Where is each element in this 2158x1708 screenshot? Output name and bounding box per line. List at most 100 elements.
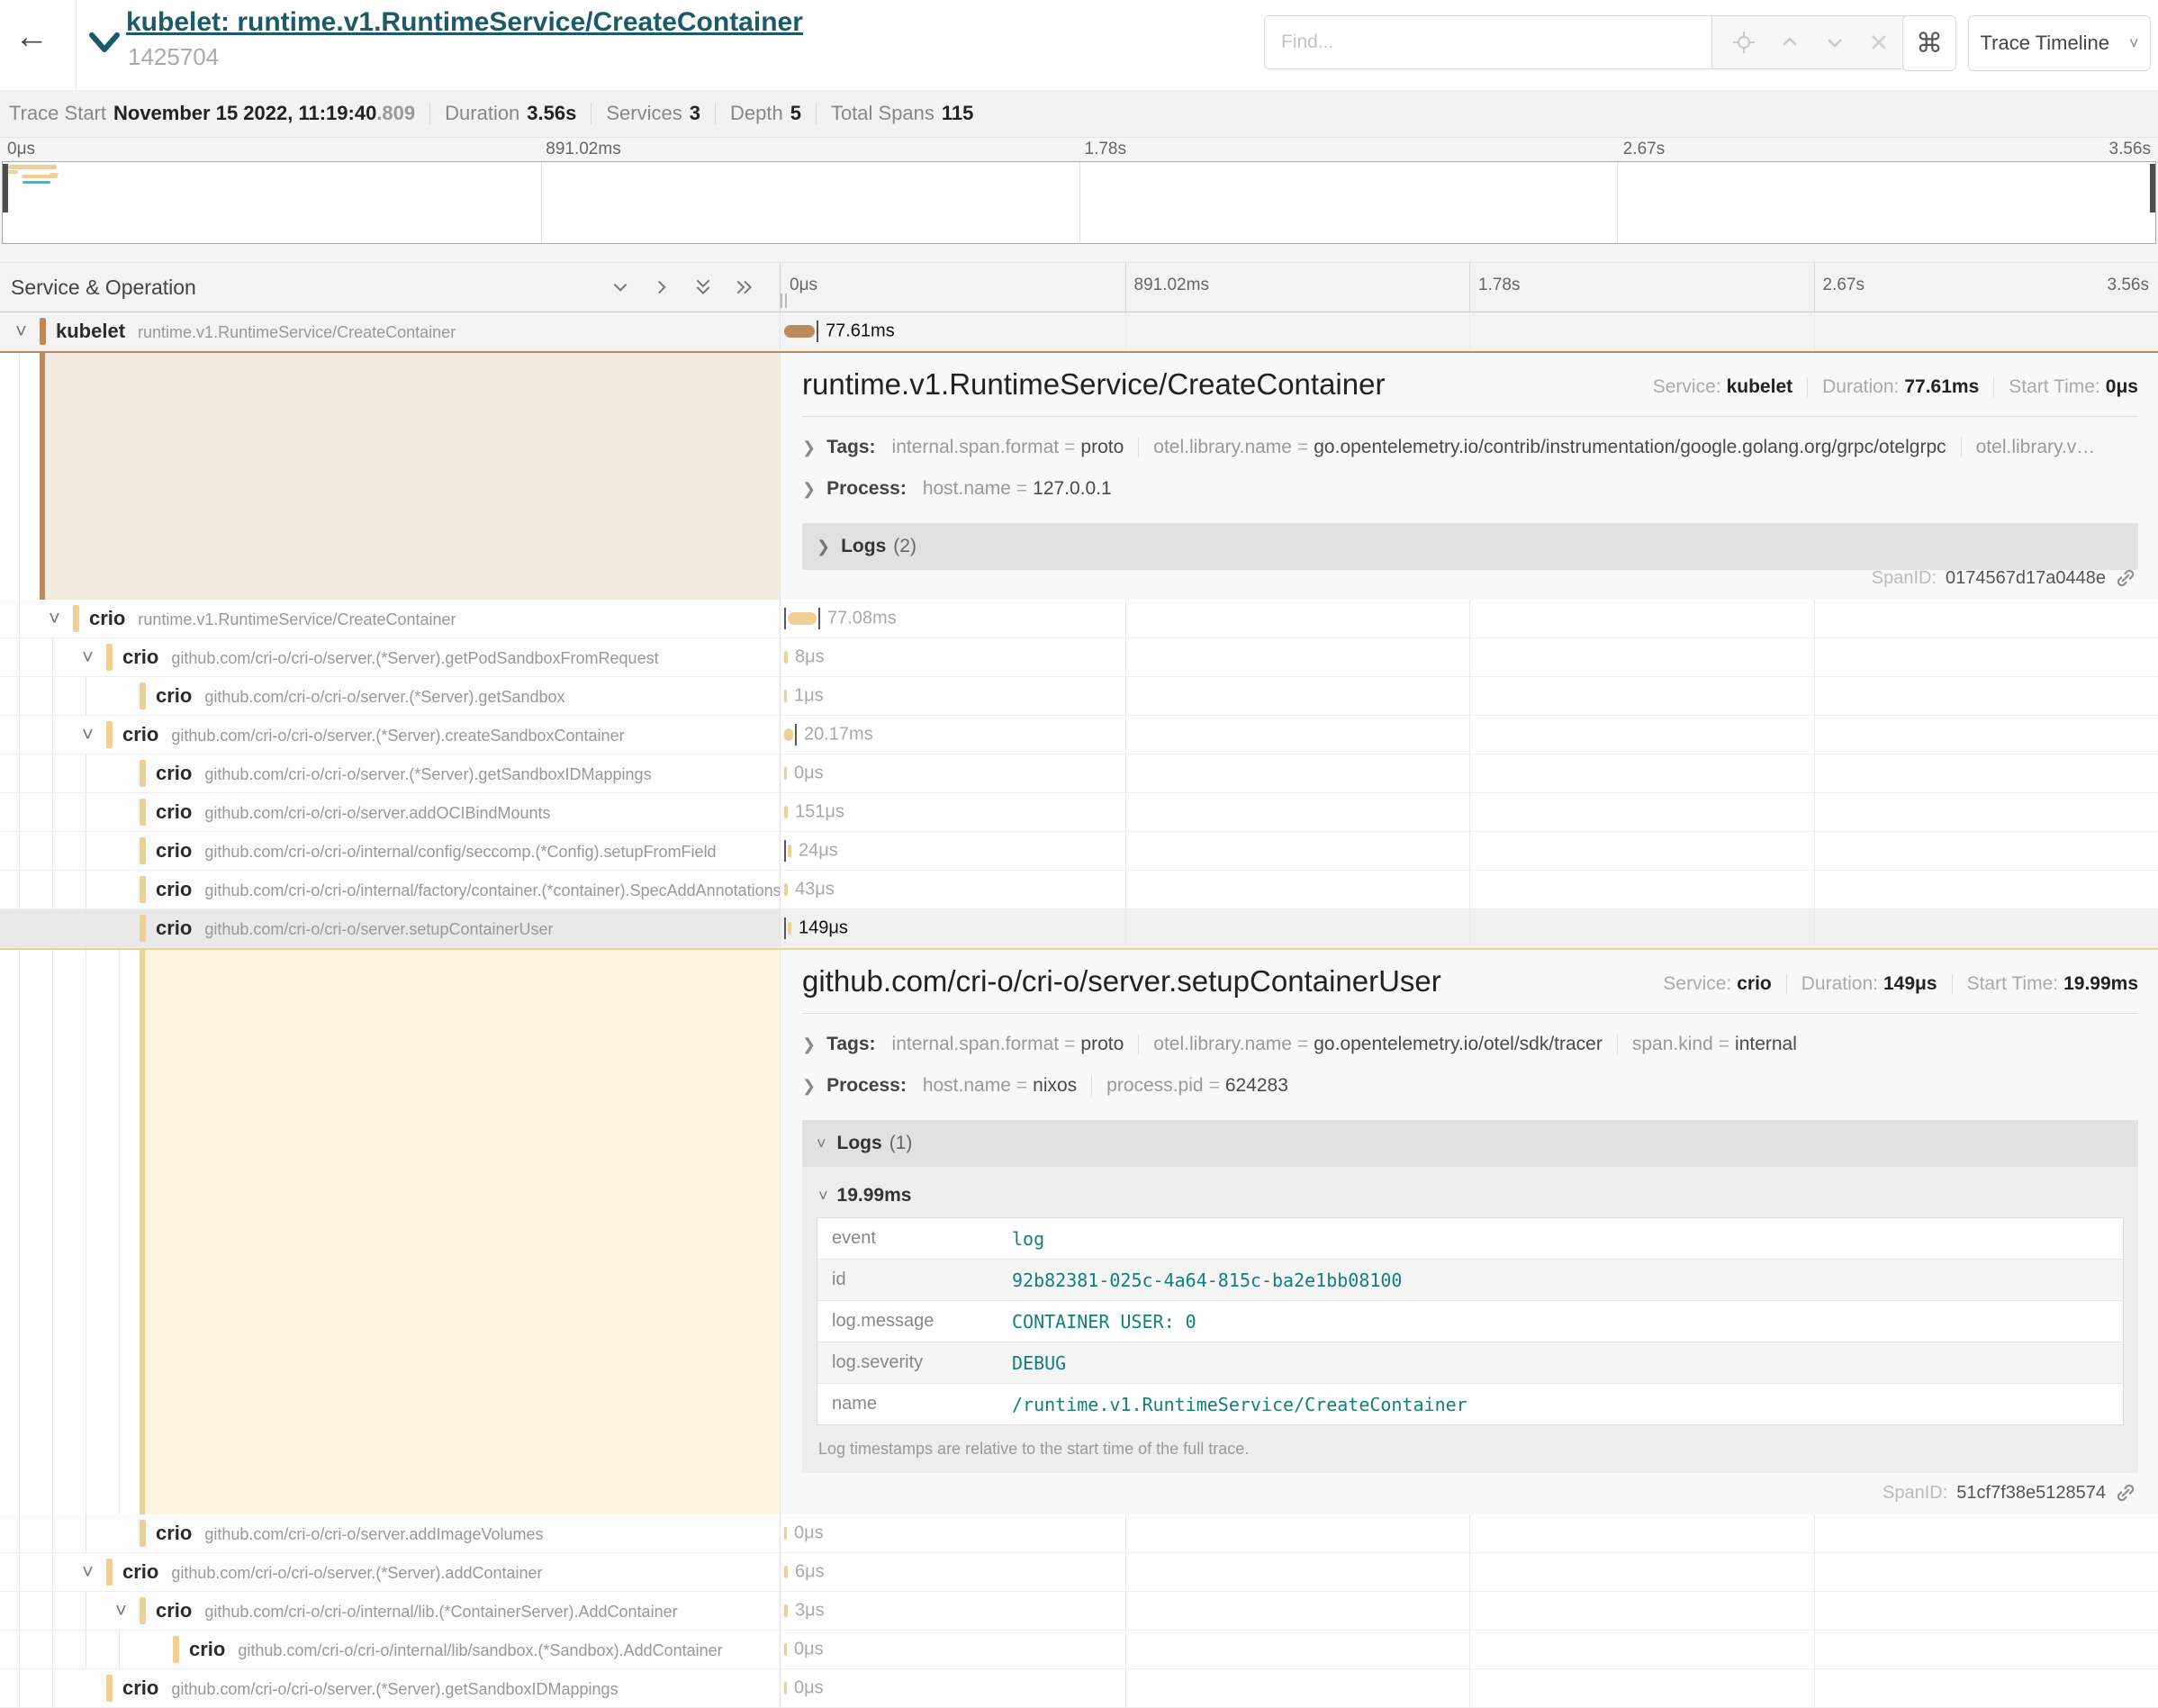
timeline-gridline [1814,1553,1815,1591]
expand-all-icon[interactable] [735,277,754,297]
view-type-dropdown[interactable]: Trace Timeline ˅ [1968,15,2151,71]
timeline-gridline [1814,909,1815,947]
indent-guide [52,716,53,754]
detail-tint [145,950,780,1514]
span-row[interactable]: ˅criogithub.com/cri-o/cri-o/server.(*Ser… [0,638,2158,677]
start-time-label: Start Time: [1967,973,2059,995]
row-chevron-icon[interactable]: ˅ [49,609,60,628]
timeline-gridline [1469,638,1470,676]
row-chevron-icon[interactable]: ˅ [82,1562,94,1582]
tag-equals: = [1016,1075,1027,1097]
expand-one-icon[interactable] [652,277,672,297]
span-detail-meta: Service: kubeletDuration: 77.61msStart T… [1653,376,2138,398]
minimap-right-handle[interactable] [2150,164,2155,212]
keyboard-shortcuts-button[interactable]: ⌘ [1902,15,1956,71]
span-detail-panel: runtime.v1.RuntimeService/CreateContaine… [0,351,2158,600]
log-field-value: 92b82381-025c-4a64-815c-ba2e1bb08100 [1012,1270,1402,1291]
span-row-name-cell: criogithub.com/cri-o/cri-o/server.setupC… [0,909,780,947]
span-row[interactable]: ˅ crioruntime.v1.RuntimeService/CreateCon… [0,600,2158,638]
span-row[interactable]: ˅kubeletruntime.v1.RuntimeService/Create… [0,312,2158,351]
span-row[interactable]: criogithub.com/cri-o/cri-o/server.setupC… [0,909,2158,948]
indent-guide [52,677,53,715]
process-accordion[interactable]: ❯Process:host.name=127.0.0.1 [802,478,2138,500]
process-accordion[interactable]: ❯Process:host.name=nixosprocess.pid=6242… [802,1075,2138,1097]
span-row[interactable]: criogithub.com/cri-o/cri-o/server.addOCI… [0,793,2158,832]
clear-search-icon[interactable] [1869,32,1889,52]
back-button[interactable]: ← [14,20,49,54]
timeline-gridline [1469,832,1470,870]
span-row[interactable]: criogithub.com/cri-o/cri-o/server.(*Serv… [0,755,2158,793]
span-duration-bar [784,1682,787,1694]
depth-label: Depth [730,102,783,125]
span-row[interactable]: criogithub.com/cri-o/cri-o/internal/fact… [0,871,2158,909]
row-chevron-icon[interactable]: ˅ [15,321,27,341]
span-row[interactable]: ˅ criogithub.com/cri-o/cri-o/internal/lib… [0,1592,2158,1631]
span-row[interactable]: criogithub.com/cri-o/cri-o/server.(*Serv… [0,677,2158,716]
indent-guide [52,638,53,676]
span-duration-label: 24μs [799,841,838,862]
service-name: criogithub.com/cri-o/cri-o/internal/conf… [156,839,717,863]
span-boundary-tick [784,917,786,939]
header-divider [76,0,77,90]
span-row[interactable]: ˅criogithub.com/cri-o/cri-o/server.(*Ser… [0,1553,2158,1592]
minimap-tick-label: 891.02ms [546,140,620,159]
log-field-row: id92b82381-025c-4a64-815c-ba2e1bb08100 [817,1260,2123,1301]
span-row[interactable]: criogithub.com/cri-o/cri-o/server.addIma… [0,1514,2158,1553]
span-row[interactable]: criogithub.com/cri-o/cri-o/server.(*Serv… [0,1669,2158,1708]
service-name: crioruntime.v1.RuntimeService/CreateCont… [89,607,456,630]
span-row-name-cell: criogithub.com/cri-o/cri-o/server.(*Serv… [0,677,780,715]
next-result-icon[interactable] [1824,32,1846,53]
span-row[interactable]: ˅criogithub.com/cri-o/cri-o/server.(*Ser… [0,716,2158,755]
tags-accordion[interactable]: ❯Tags:internal.span.format=protootel.lib… [802,437,2138,458]
minimap-span [50,173,59,176]
copy-link-icon[interactable] [2115,567,2136,589]
find-input[interactable] [1264,15,1711,69]
tags-accordion[interactable]: ❯Tags:internal.span.format=protootel.lib… [802,1034,2138,1055]
span-row-name-cell: ˅criogithub.com/cri-o/cri-o/server.(*Ser… [0,638,780,676]
logs-accordion-header[interactable]: ˅Logs(1) [802,1120,2138,1167]
span-row-name-cell: ˅ criogithub.com/cri-o/cri-o/internal/lib… [0,1592,780,1630]
operation-name: github.com/cri-o/cri-o/server.(*Server).… [171,727,624,745]
span-detail-panel: github.com/cri-o/cri-o/server.setupConta… [0,948,2158,1514]
service-name: criogithub.com/cri-o/cri-o/internal/lib.… [156,1599,678,1622]
prev-result-icon[interactable] [1779,32,1801,53]
tag-value: 127.0.0.1 [1033,478,1112,500]
service-color-bar [140,837,146,864]
span-row[interactable]: criogithub.com/cri-o/cri-o/internal/lib/… [0,1631,2158,1669]
ruler-tick [1125,263,1126,312]
row-chevron-icon[interactable]: ˅ [115,1601,127,1621]
trace-title-link[interactable]: kubelet: runtime.v1.RuntimeService/Creat… [126,7,803,38]
operation-name: github.com/cri-o/cri-o/server.(*Server).… [171,649,658,667]
span-duration-label: 3μs [795,1601,825,1622]
timeline-gridline [1469,755,1470,792]
service-name: criogithub.com/cri-o/cri-o/internal/lib/… [189,1638,723,1661]
tags-title: Tags: [826,1034,875,1055]
locate-icon[interactable] [1732,31,1756,54]
trace-collapse-chevron-icon[interactable] [86,27,122,62]
log-field-row: log.severityDEBUG [817,1342,2123,1384]
log-field-value: CONTAINER USER: 0 [1012,1311,1196,1333]
row-chevron-icon[interactable]: ˅ [82,725,94,745]
log-field-value: /runtime.v1.RuntimeService/CreateContain… [1012,1394,1467,1415]
minimap-left-handle[interactable] [3,164,8,212]
indent-guide [52,1514,53,1552]
copy-link-icon[interactable] [2115,1482,2136,1504]
collapse-one-icon[interactable] [610,277,630,297]
service-color-bar [140,682,146,709]
indent-guide [19,1669,20,1707]
timeline-gridline [1469,1514,1470,1552]
timeline-gridline [1125,600,1126,637]
minimap-canvas[interactable] [2,161,2156,244]
span-row[interactable]: criogithub.com/cri-o/cri-o/internal/conf… [0,832,2158,871]
logs-accordion-header[interactable]: ❯Logs(2) [802,523,2138,570]
row-chevron-icon[interactable]: ˅ [82,647,94,667]
tag-key: internal.span.format [892,1034,1060,1055]
span-row-timeline-cell: 8μs [780,638,2158,676]
timeline-gridline [1125,871,1126,908]
service-label: Service: [1663,973,1731,995]
logs-count: (2) [893,536,916,557]
span-duration-bar [788,922,791,935]
collapse-all-icon[interactable] [693,277,713,297]
tag-key: process.pid [1106,1075,1203,1097]
log-entry-header[interactable]: ˅19.99ms [818,1185,2124,1206]
